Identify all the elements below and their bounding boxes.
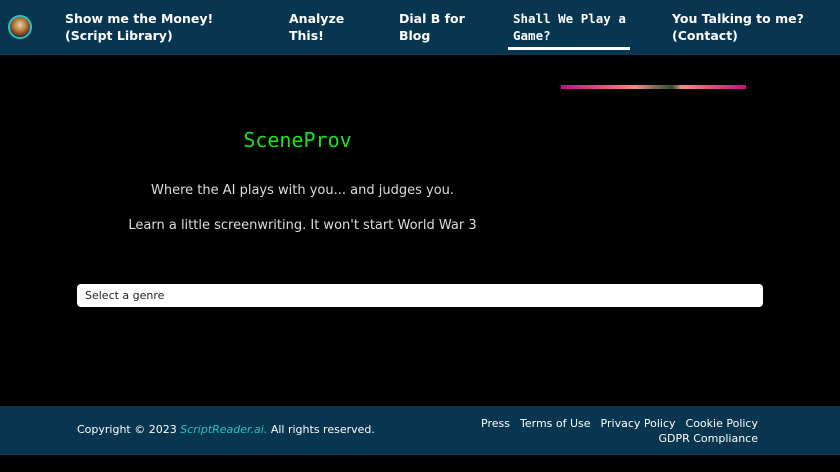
cookie-link[interactable]: Cookie Policy xyxy=(686,417,758,430)
footer: Copyright © 2023 ScriptReader.ai. All ri… xyxy=(0,406,840,455)
tagline: Where the AI plays with you... and judge… xyxy=(150,183,455,198)
press-link[interactable]: Press xyxy=(481,417,510,430)
copyright-prefix: Copyright © 2023 xyxy=(77,423,181,436)
nav-script-library[interactable]: Show me the Money! (Script Library) xyxy=(65,10,265,44)
gdpr-link[interactable]: GDPR Compliance xyxy=(658,432,758,445)
genre-select[interactable]: Select a genre xyxy=(77,284,763,307)
copyright: Copyright © 2023 ScriptReader.ai. All ri… xyxy=(77,423,375,436)
nav-game[interactable]: Shall We Play a Game? xyxy=(513,10,628,44)
privacy-link[interactable]: Privacy Policy xyxy=(601,417,676,430)
page-title: SceneProv xyxy=(243,128,352,152)
brand-link[interactable]: ScriptReader.ai. xyxy=(180,423,267,436)
banner-image xyxy=(561,85,746,89)
subtitle: Learn a little screenwriting. It won't s… xyxy=(128,218,477,233)
copyright-suffix: All rights reserved. xyxy=(267,423,375,436)
nav-analyze[interactable]: Analyze This! xyxy=(289,10,369,44)
top-nav: Show me the Money! (Script Library) Anal… xyxy=(0,0,840,55)
nav-contact[interactable]: You Talking to me? (Contact) xyxy=(672,10,832,44)
nav-blog[interactable]: Dial B for Blog xyxy=(399,10,479,44)
logo-icon[interactable] xyxy=(8,15,32,39)
active-tab-indicator xyxy=(508,47,630,50)
terms-link[interactable]: Terms of Use xyxy=(520,417,591,430)
footer-links: Press Terms of Use Privacy Policy Cookie Po… xyxy=(471,416,758,446)
